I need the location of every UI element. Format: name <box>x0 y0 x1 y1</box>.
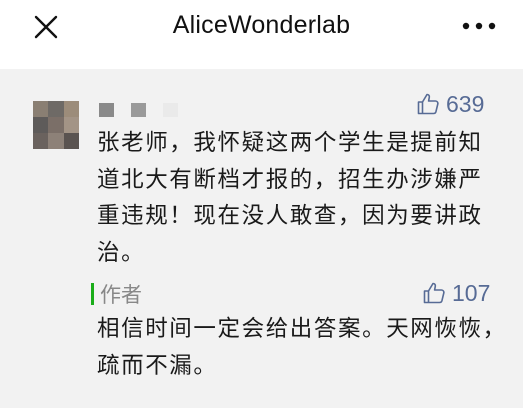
thumbs-up-icon <box>417 93 439 115</box>
page-title: AliceWonderlab <box>172 11 351 39</box>
author-indicator-bar <box>91 283 94 305</box>
avatar[interactable] <box>33 101 79 149</box>
thumbs-up-icon <box>423 282 445 304</box>
top-navbar: AliceWonderlab <box>0 0 523 55</box>
author-reply-label: 作者 <box>91 279 142 309</box>
reply-text: 相信时间一定会给出答案。天网恢恢，疏而不漏。 <box>97 316 507 379</box>
comment-like-count: 639 <box>446 90 485 117</box>
comment-text: 张老师，我怀疑这两个学生是提前知道北大有断档才报的，招生办涉嫌严重违规！现在没人… <box>97 130 483 266</box>
author-label-text: 作者 <box>100 283 142 307</box>
more-dots-icon[interactable] <box>462 18 496 32</box>
reply-like-button[interactable]: 107 <box>422 281 490 305</box>
commenter-nickname-masked <box>99 103 183 117</box>
comment-like-button[interactable]: 639 <box>416 92 484 116</box>
article-page: AliceWonderlab 639 张老师，我怀疑这两个学生是提前知道北大有断… <box>0 0 523 408</box>
reply-like-count: 107 <box>452 279 491 306</box>
